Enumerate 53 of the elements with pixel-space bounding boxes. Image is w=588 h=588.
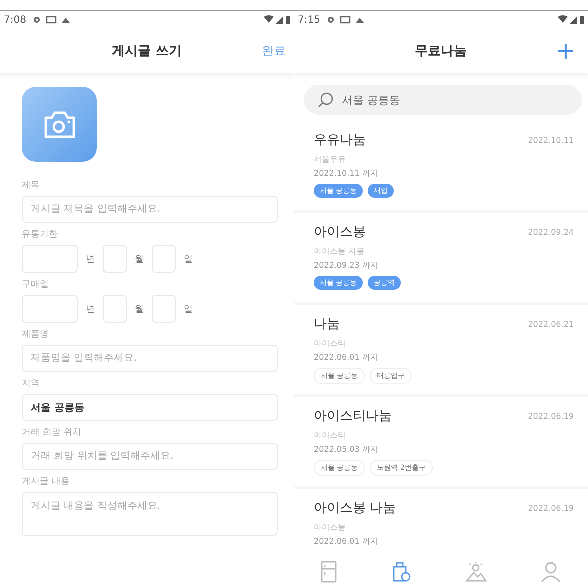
field-label: 제품명 (22, 329, 50, 341)
fridge-icon (321, 561, 337, 583)
field-label: 지역 (22, 378, 41, 390)
post-deadline: 2022.05.03 까지 (314, 444, 380, 455)
post-subtitle: 아이스봉 자몽 (314, 246, 366, 257)
post-deadline: 2022.10.11 까지 (314, 168, 380, 179)
post-title: 아이스봉 나눔 (314, 500, 396, 517)
date-unit: 년 (86, 304, 95, 316)
field-label: 거래 희망 위치 (22, 427, 83, 439)
text-input[interactable]: 게시글 제목을 입력해주세요. (22, 196, 278, 223)
search-field[interactable]: 서울 공릉동 (304, 85, 582, 115)
field-label: 유통기한 (22, 229, 59, 241)
fridge-tab[interactable] (319, 559, 339, 585)
post-card[interactable]: 아이스봉 나눔 2022.06.19 아이스봉 2022.06.01 까지 (294, 489, 588, 555)
post-deadline: 2022.06.01 까지 (314, 352, 380, 363)
post-deadline: 2022.09.23 까지 (314, 260, 380, 271)
date-unit: 일 (184, 304, 193, 316)
post-subtitle: 아이스봉 (314, 522, 347, 533)
photo-upload-button[interactable] (22, 87, 97, 162)
post-date: 2022.06.19 (528, 504, 574, 512)
post-subtitle: 아이스티 (314, 430, 347, 441)
date-unit: 일 (184, 254, 193, 266)
date-unit: 월 (135, 304, 144, 316)
post-deadline: 2022.06.01 까지 (314, 536, 380, 547)
post-title: 나눔 (314, 316, 340, 333)
post-title: 아이스봉 (314, 224, 366, 241)
post-date: 2022.09.24 (528, 228, 574, 236)
status-time: 7:15 (298, 14, 320, 26)
date-unit: 년 (86, 254, 95, 266)
text-input[interactable]: 제품명을 입력해주세요. (22, 345, 278, 372)
camera-icon (42, 110, 76, 140)
screen-title: 무료나눔 (415, 43, 467, 60)
date-unit: 월 (135, 254, 144, 266)
content-textarea[interactable]: 게시글 내용을 작성해주세요. (22, 492, 278, 536)
signal-icons (558, 15, 584, 25)
field-label: 제목 (22, 180, 41, 192)
field-label: 구매일 (22, 279, 50, 291)
post-date: 2022.06.21 (528, 320, 574, 328)
post-subtitle: 아이스티 (314, 338, 347, 349)
post-date: 2022.10.11 (528, 136, 574, 144)
signal-icons (264, 15, 290, 25)
person-icon (541, 561, 561, 583)
bag-icon (391, 561, 411, 583)
post-title: 아이스티나눔 (314, 408, 392, 425)
screen-title: 게시글 쓰기 (112, 43, 182, 60)
post-date: 2022.06.19 (528, 412, 574, 420)
status-time: 7:08 (4, 14, 26, 26)
post-subtitle: 서울우유 (314, 154, 347, 165)
sun-landscape-icon (465, 561, 487, 583)
field-label: 게시글 내용 (22, 476, 71, 488)
text-input[interactable]: 거래 희망 위치를 입력해주세요. (22, 443, 278, 470)
text-input[interactable]: 서울 공릉동 (22, 394, 278, 421)
post-title: 우유나눔 (314, 132, 366, 149)
